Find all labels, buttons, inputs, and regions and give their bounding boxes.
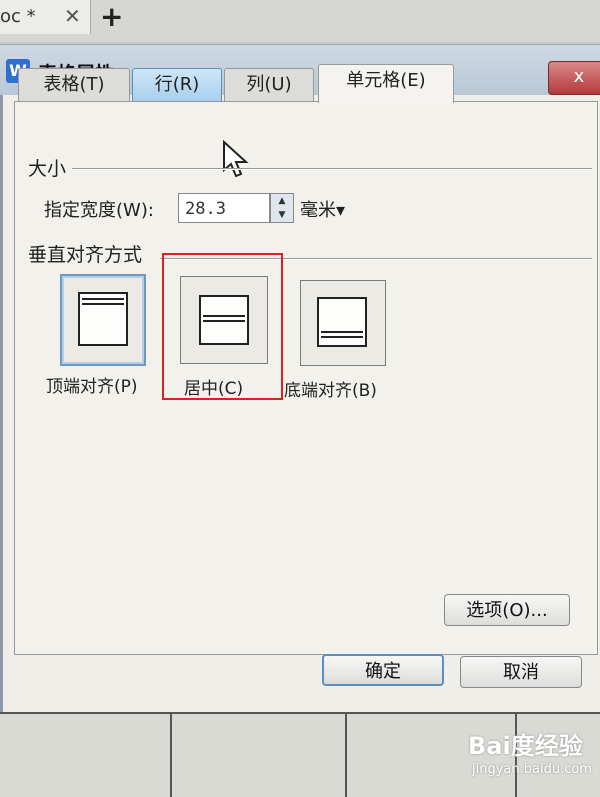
- width-label: 指定宽度(W):: [44, 200, 154, 221]
- close-icon[interactable]: ✕: [64, 4, 81, 28]
- document-tab-label: oc *: [0, 6, 36, 27]
- mouse-cursor-icon: [223, 140, 249, 178]
- valign-bottom-option[interactable]: [300, 280, 386, 366]
- table-gridline: [345, 712, 347, 797]
- bottom-align-icon: [317, 297, 367, 347]
- table-gridline: [0, 712, 600, 714]
- watermark-url: jingyan.baidu.com: [472, 762, 592, 777]
- watermark-logo: Bai度经验: [468, 732, 583, 760]
- ok-button[interactable]: 确定: [322, 654, 444, 686]
- size-section-label: 大小: [28, 158, 67, 180]
- valign-top-label[interactable]: 顶端对齐(P): [46, 372, 138, 397]
- options-button[interactable]: 选项(O)...: [444, 594, 570, 626]
- new-tab-icon[interactable]: +: [100, 0, 123, 33]
- app-tab-strip: oc * ✕ +: [0, 0, 600, 42]
- document-tab[interactable]: oc * ✕: [0, 0, 91, 34]
- valign-section-label: 垂直对齐方式: [28, 244, 143, 266]
- close-button[interactable]: x: [548, 61, 600, 95]
- tab-column[interactable]: 列(U): [224, 68, 314, 101]
- valign-top-option[interactable]: [60, 274, 146, 366]
- size-divider: [72, 168, 592, 170]
- highlight-box: [162, 253, 283, 400]
- spin-down-icon[interactable]: ▼: [271, 208, 293, 222]
- cancel-button[interactable]: 取消: [460, 656, 582, 688]
- tab-row[interactable]: 行(R): [132, 68, 222, 101]
- table-gridline: [170, 712, 172, 797]
- valign-bottom-label[interactable]: 底端对齐(B): [284, 376, 377, 401]
- tab-cell[interactable]: 单元格(E): [318, 64, 454, 103]
- width-input[interactable]: 28.3: [178, 193, 270, 223]
- unit-select[interactable]: 毫米▾: [300, 196, 345, 222]
- tab-table[interactable]: 表格(T): [18, 68, 130, 101]
- spin-up-icon[interactable]: ▲: [271, 194, 293, 208]
- top-align-icon: [78, 292, 128, 346]
- width-spinner[interactable]: ▲ ▼: [270, 193, 294, 223]
